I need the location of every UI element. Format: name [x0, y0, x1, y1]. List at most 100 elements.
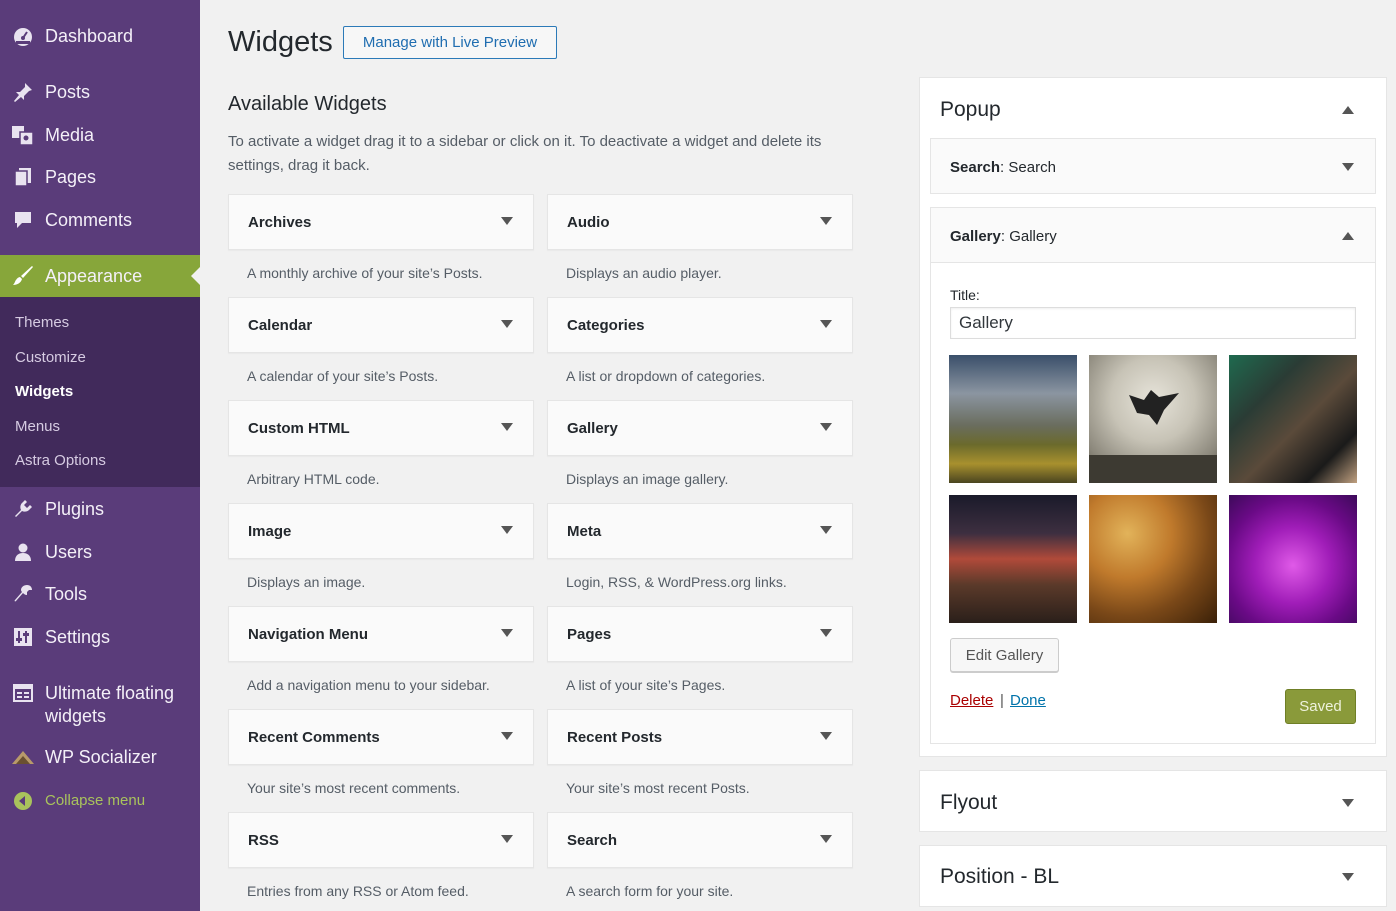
- expand-arrow-icon[interactable]: [1342, 163, 1354, 171]
- expand-arrow-icon[interactable]: [820, 732, 832, 740]
- expand-arrow-icon[interactable]: [820, 629, 832, 637]
- widget-description: Add a navigation menu to your sidebar.: [247, 677, 490, 693]
- widget-title: RSS: [248, 832, 279, 849]
- gallery-thumbnail[interactable]: [1229, 495, 1357, 623]
- submenu-widgets[interactable]: Widgets: [15, 383, 73, 400]
- widget-rss[interactable]: RSS: [228, 812, 534, 868]
- menu-label: Dashboard: [45, 26, 134, 46]
- widget-title: Audio: [567, 214, 610, 231]
- wrench-icon: [10, 581, 36, 607]
- gallery-thumbnail[interactable]: [1089, 355, 1217, 483]
- widget-description: A calendar of your site’s Posts.: [247, 368, 439, 384]
- expand-arrow-icon[interactable]: [1342, 799, 1354, 807]
- expand-arrow-icon[interactable]: [501, 320, 513, 328]
- expand-arrow-icon[interactable]: [501, 217, 513, 225]
- expand-arrow-icon[interactable]: [501, 732, 513, 740]
- menu-posts[interactable]: Posts: [0, 78, 200, 106]
- widget-title: Archives: [248, 214, 312, 231]
- expand-arrow-icon[interactable]: [501, 526, 513, 534]
- expand-arrow-icon[interactable]: [501, 423, 513, 431]
- widget-area-position-bl[interactable]: Position - BL: [919, 845, 1387, 907]
- widget-title: Search: [567, 832, 618, 849]
- expand-arrow-icon[interactable]: [820, 526, 832, 534]
- widget-search[interactable]: Search: [547, 812, 853, 868]
- menu-comments[interactable]: Comments: [0, 206, 200, 234]
- widget-recent-comments[interactable]: Recent Comments: [228, 709, 534, 765]
- menu-media[interactable]: Media: [0, 121, 200, 149]
- menu-appearance[interactable]: Appearance: [0, 255, 200, 297]
- settings-icon: [10, 624, 36, 650]
- menu-settings[interactable]: Settings: [0, 623, 200, 651]
- bridge-icon: [10, 744, 36, 770]
- submenu-themes[interactable]: Themes: [15, 314, 69, 331]
- gallery-widget-header[interactable]: Gallery: Gallery: [931, 208, 1375, 263]
- expand-arrow-icon[interactable]: [501, 629, 513, 637]
- submenu-customize[interactable]: Customize: [15, 349, 86, 366]
- brush-icon: [10, 263, 36, 289]
- widget-recent-posts[interactable]: Recent Posts: [547, 709, 853, 765]
- expand-arrow-icon[interactable]: [820, 217, 832, 225]
- widget-pages[interactable]: Pages: [547, 606, 853, 662]
- widget-description: A search form for your site.: [566, 883, 734, 899]
- widget-description: Login, RSS, & WordPress.org links.: [566, 574, 787, 590]
- widget-area-title: Popup: [940, 98, 1001, 121]
- saved-button[interactable]: Saved: [1285, 689, 1356, 724]
- widget-audio[interactable]: Audio: [547, 194, 853, 250]
- widget-description: Displays an image gallery.: [566, 471, 729, 487]
- widget-calendar[interactable]: Calendar: [228, 297, 534, 353]
- collapse-menu-button[interactable]: Collapse menu: [0, 788, 200, 814]
- gallery-thumbnail[interactable]: [949, 495, 1077, 623]
- widget-description: A list of your site’s Pages.: [566, 677, 726, 693]
- delete-link[interactable]: Delete: [950, 692, 993, 709]
- edit-gallery-button[interactable]: Edit Gallery: [950, 638, 1059, 672]
- submenu-astra-options[interactable]: Astra Options: [15, 452, 106, 469]
- expand-arrow-icon[interactable]: [820, 320, 832, 328]
- menu-plugins[interactable]: Plugins: [0, 495, 200, 523]
- widget-meta[interactable]: Meta: [547, 503, 853, 559]
- gallery-thumbnail[interactable]: [1089, 495, 1217, 623]
- admin-sidebar: Dashboard Posts Media Pages Comments App…: [0, 0, 200, 911]
- widget-description: Your site’s most recent Posts.: [566, 780, 750, 796]
- widget-title: Pages: [567, 626, 612, 643]
- popup-search-widget[interactable]: Search: Search: [930, 138, 1376, 194]
- gallery-thumbnail[interactable]: [1229, 355, 1357, 483]
- plug-icon: [10, 496, 36, 522]
- expand-arrow-icon[interactable]: [501, 835, 513, 843]
- widget-gallery[interactable]: Gallery: [547, 400, 853, 456]
- link-separator: |: [1000, 692, 1004, 709]
- widget-custom-html[interactable]: Custom HTML: [228, 400, 534, 456]
- widget-navigation-menu[interactable]: Navigation Menu: [228, 606, 534, 662]
- media-icon: [10, 122, 36, 148]
- widget-title: Recent Comments: [248, 729, 380, 746]
- collapse-arrow-icon[interactable]: [1342, 106, 1354, 114]
- pages-icon: [10, 164, 36, 190]
- menu-label: WP Socializer: [45, 747, 157, 767]
- expand-arrow-icon[interactable]: [1342, 873, 1354, 881]
- menu-dashboard[interactable]: Dashboard: [0, 22, 200, 50]
- widget-area-title: Flyout: [940, 791, 998, 814]
- menu-wp-socializer[interactable]: WP Socializer: [0, 743, 200, 771]
- manage-live-preview-button[interactable]: Manage with Live Preview: [343, 26, 557, 59]
- widget-categories[interactable]: Categories: [547, 297, 853, 353]
- available-widgets-description: To activate a widget drag it to a sideba…: [228, 133, 822, 174]
- expand-arrow-icon[interactable]: [820, 423, 832, 431]
- widget-title: Gallery: [567, 420, 618, 437]
- widget-description: A monthly archive of your site’s Posts.: [247, 265, 483, 281]
- submenu-menus[interactable]: Menus: [15, 418, 60, 435]
- expand-arrow-icon[interactable]: [820, 835, 832, 843]
- menu-users[interactable]: Users: [0, 538, 200, 566]
- widget-area-flyout[interactable]: Flyout: [919, 770, 1387, 832]
- gallery-thumbnail[interactable]: [949, 355, 1077, 483]
- menu-label: Tools: [45, 584, 88, 604]
- done-link[interactable]: Done: [1010, 692, 1046, 709]
- widget-image[interactable]: Image: [228, 503, 534, 559]
- menu-ultimate-floating-widgets[interactable]: Ultimate floating widgets: [0, 680, 200, 728]
- gallery-title-input[interactable]: [950, 307, 1356, 339]
- widget-title: Gallery: Gallery: [950, 228, 1057, 245]
- menu-tools[interactable]: Tools: [0, 580, 200, 608]
- widget-archives[interactable]: Archives: [228, 194, 534, 250]
- menu-pages[interactable]: Pages: [0, 163, 200, 191]
- collapse-arrow-icon[interactable]: [1342, 232, 1354, 240]
- available-widgets-title: Available Widgets: [228, 93, 387, 115]
- menu-label: Comments: [45, 210, 133, 230]
